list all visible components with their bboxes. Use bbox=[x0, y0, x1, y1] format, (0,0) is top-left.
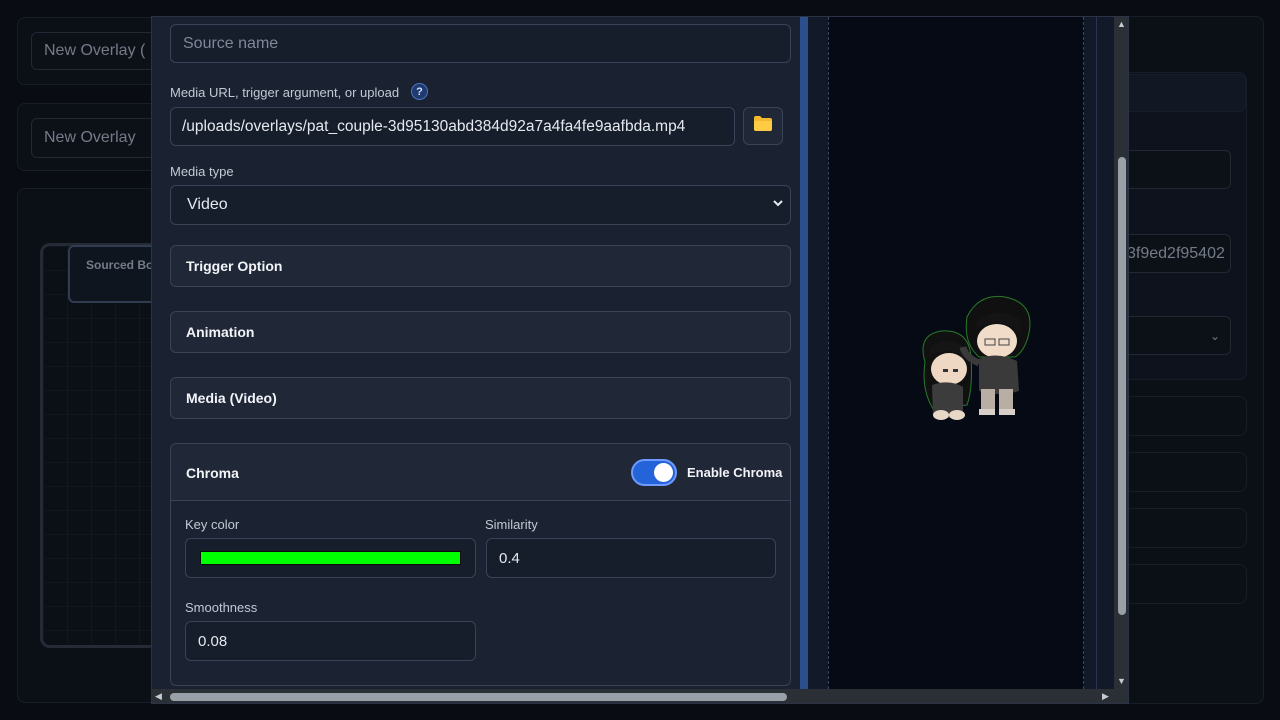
section-media-video[interactable]: Media (Video) bbox=[170, 377, 791, 419]
media-type-value: Video bbox=[187, 196, 228, 213]
source-editor-modal: Source name Media URL, trigger argument,… bbox=[151, 16, 1129, 704]
scroll-left-icon[interactable]: ◀ bbox=[155, 692, 162, 701]
folder-icon bbox=[753, 115, 773, 137]
horizontal-scroll-thumb[interactable] bbox=[170, 693, 787, 701]
scroll-down-icon[interactable]: ▼ bbox=[1117, 677, 1126, 686]
smoothness-input[interactable]: 0.08 bbox=[185, 621, 476, 661]
similarity-label: Similarity bbox=[485, 517, 538, 532]
section-trigger-option-label: Trigger Option bbox=[186, 258, 283, 274]
similarity-input[interactable]: 0.4 bbox=[486, 538, 776, 578]
key-color-swatch bbox=[200, 551, 461, 565]
scroll-right-icon[interactable]: ▶ bbox=[1102, 692, 1109, 701]
enable-chroma-toggle[interactable] bbox=[631, 459, 677, 486]
smoothness-value: 0.08 bbox=[198, 632, 228, 650]
media-type-label: Media type bbox=[170, 164, 234, 179]
horizontal-scrollbar[interactable]: ◀ ▶ bbox=[152, 689, 1128, 703]
source-name-placeholder: Source name bbox=[183, 34, 279, 52]
chroma-title: Chroma bbox=[186, 465, 239, 481]
vertical-scrollbar[interactable]: ▲ ▼ bbox=[1114, 17, 1128, 689]
preview-rail bbox=[1096, 17, 1097, 689]
upload-button[interactable] bbox=[743, 107, 783, 145]
chroma-header: Chroma Enable Chroma bbox=[171, 444, 790, 501]
toggle-knob bbox=[654, 463, 673, 482]
chroma-section: Chroma Enable Chroma Key color Similarit… bbox=[170, 443, 791, 686]
media-url-input[interactable]: /uploads/overlays/pat_couple-3d95130abd3… bbox=[170, 107, 735, 146]
key-color-input[interactable] bbox=[185, 538, 476, 578]
source-name-input[interactable]: Source name bbox=[170, 24, 791, 63]
media-type-select[interactable]: Video bbox=[170, 185, 791, 225]
enable-chroma-label: Enable Chroma bbox=[687, 465, 783, 480]
section-animation-label: Animation bbox=[186, 324, 255, 340]
media-url-value: /uploads/overlays/pat_couple-3d95130abd3… bbox=[182, 117, 686, 135]
smoothness-label: Smoothness bbox=[185, 600, 258, 615]
scroll-up-icon[interactable]: ▲ bbox=[1117, 20, 1126, 29]
source-form: Source name Media URL, trigger argument,… bbox=[152, 17, 800, 689]
preview-panel bbox=[808, 17, 1114, 689]
chibi-couple-image bbox=[922, 295, 1031, 420]
preview-canvas bbox=[828, 17, 1084, 689]
resize-divider[interactable] bbox=[800, 17, 808, 689]
section-trigger-option[interactable]: Trigger Option bbox=[170, 245, 791, 287]
media-url-label: Media URL, trigger argument, or upload bbox=[170, 85, 400, 100]
section-media-video-label: Media (Video) bbox=[186, 390, 277, 406]
similarity-value: 0.4 bbox=[499, 549, 520, 567]
key-color-label: Key color bbox=[185, 517, 240, 532]
section-animation[interactable]: Animation bbox=[170, 311, 791, 353]
question-mark-icon[interactable]: ? bbox=[411, 83, 428, 100]
chevron-down-icon bbox=[772, 197, 784, 212]
vertical-scroll-thumb[interactable] bbox=[1118, 157, 1126, 615]
